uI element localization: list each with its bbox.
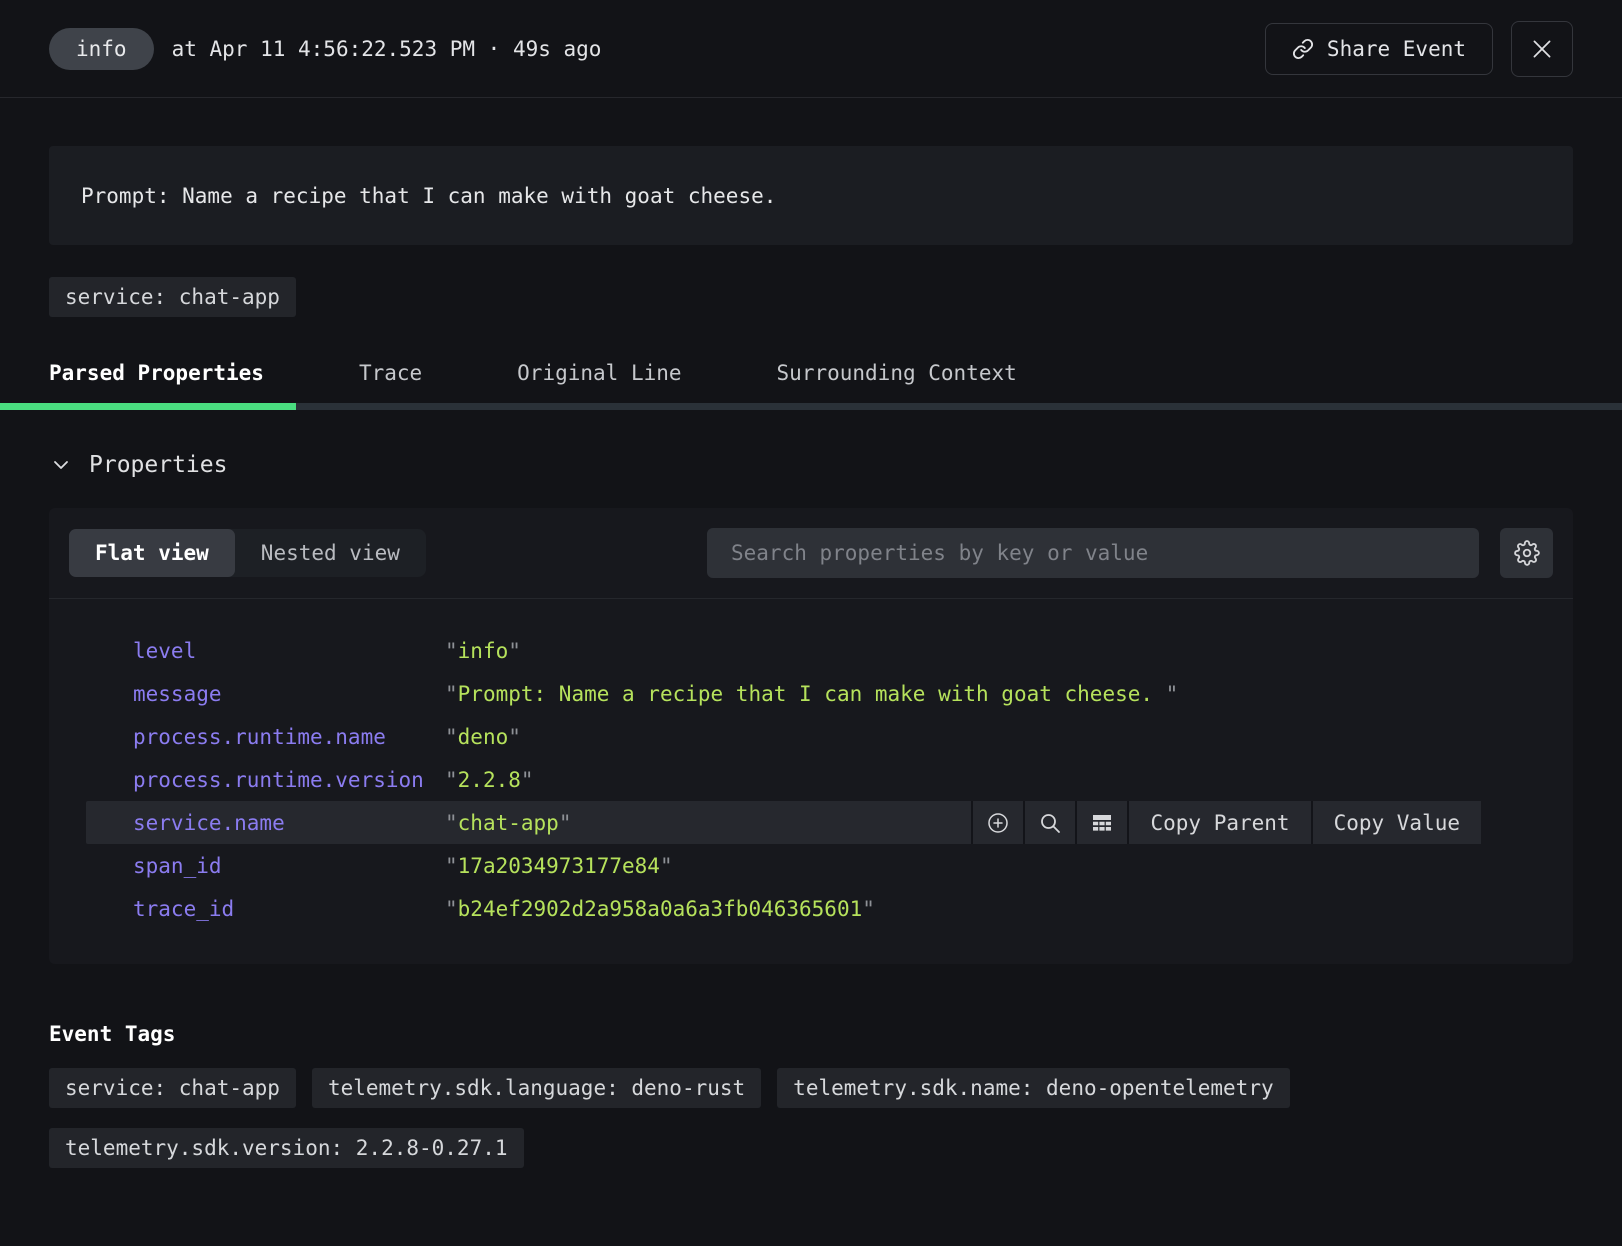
- event-tag-chip[interactable]: telemetry.sdk.version: 2.2.8-0.27.1: [49, 1128, 524, 1168]
- property-key: level: [133, 639, 445, 663]
- property-row-actions: Copy Parent Copy Value: [971, 801, 1481, 844]
- event-body: Prompt: Name a recipe that I can make wi…: [0, 146, 1622, 1168]
- properties-section-title: Properties: [89, 452, 227, 478]
- properties-settings-button[interactable]: [1500, 528, 1553, 578]
- add-column-button[interactable]: [1075, 801, 1127, 844]
- event-header: info at Apr 11 4:56:22.523 PM · 49s ago …: [0, 0, 1622, 98]
- event-message-preview: Prompt: Name a recipe that I can make wi…: [49, 146, 1573, 245]
- property-value: "17a2034973177e84": [445, 854, 673, 878]
- service-tag-chip[interactable]: service: chat-app: [49, 277, 296, 317]
- property-row-span-id[interactable]: span_id "17a2034973177e84": [86, 844, 1481, 887]
- event-tag-list: service: chat-app telemetry.sdk.language…: [49, 1068, 1499, 1168]
- event-tag-chip[interactable]: service: chat-app: [49, 1068, 296, 1108]
- property-value: "2.2.8": [445, 768, 534, 792]
- flat-view-button[interactable]: Flat view: [69, 529, 235, 577]
- property-key: process.runtime.version: [133, 768, 445, 792]
- plus-circle-icon: [986, 811, 1010, 835]
- header-actions: Share Event: [1265, 21, 1573, 77]
- chevron-down-icon: [49, 453, 73, 477]
- detail-tabs: Parsed Properties Trace Original Line Su…: [49, 343, 1573, 403]
- properties-table: level "info" message "Prompt: Name a rec…: [49, 599, 1573, 964]
- property-value: "info": [445, 639, 521, 663]
- tab-surrounding-context[interactable]: Surrounding Context: [745, 343, 1049, 403]
- property-row-trace-id[interactable]: trace_id "b24ef2902d2a958a0a6a3fb0463656…: [86, 887, 1481, 930]
- property-row-process-runtime-name[interactable]: process.runtime.name "deno": [86, 715, 1481, 758]
- event-tags-title: Event Tags: [49, 1022, 1573, 1046]
- view-toggle: Flat view Nested view: [69, 529, 426, 577]
- search-value-button[interactable]: [1023, 801, 1075, 844]
- share-event-button[interactable]: Share Event: [1265, 23, 1493, 75]
- property-row-message[interactable]: message "Prompt: Name a recipe that I ca…: [86, 672, 1481, 715]
- property-value: "deno": [445, 725, 521, 749]
- copy-value-button[interactable]: Copy Value: [1311, 801, 1481, 844]
- properties-section-header[interactable]: Properties: [49, 452, 1573, 478]
- property-value: "Prompt: Name a recipe that I can make w…: [445, 682, 1178, 706]
- properties-panel: Flat view Nested view level "info" messa…: [49, 508, 1573, 964]
- property-row-service-name[interactable]: service.name "chat-app": [86, 801, 1481, 844]
- property-key: process.runtime.name: [133, 725, 445, 749]
- link-icon: [1292, 38, 1314, 60]
- tab-trace[interactable]: Trace: [327, 343, 454, 403]
- level-badge: info: [49, 28, 154, 70]
- tab-original-line[interactable]: Original Line: [485, 343, 713, 403]
- gear-icon: [1514, 540, 1540, 566]
- copy-parent-button[interactable]: Copy Parent: [1127, 801, 1310, 844]
- event-tag-chip[interactable]: telemetry.sdk.language: deno-rust: [312, 1068, 761, 1108]
- properties-toolbar: Flat view Nested view: [49, 508, 1573, 599]
- event-timestamp: at Apr 11 4:56:22.523 PM · 49s ago: [172, 37, 602, 61]
- tab-parsed-properties[interactable]: Parsed Properties: [0, 343, 296, 403]
- nested-view-button[interactable]: Nested view: [235, 529, 426, 577]
- add-filter-button[interactable]: [971, 801, 1023, 844]
- property-value: "chat-app": [445, 811, 571, 835]
- event-detail-panel: info at Apr 11 4:56:22.523 PM · 49s ago …: [0, 0, 1622, 1246]
- property-row-process-runtime-version[interactable]: process.runtime.version "2.2.8": [86, 758, 1481, 801]
- property-key: service.name: [133, 811, 445, 835]
- property-key: trace_id: [133, 897, 445, 921]
- share-event-label: Share Event: [1327, 37, 1466, 61]
- event-tag-chip[interactable]: telemetry.sdk.name: deno-opentelemetry: [777, 1068, 1289, 1108]
- table-icon: [1090, 811, 1114, 835]
- property-key: span_id: [133, 854, 445, 878]
- property-row-level[interactable]: level "info": [86, 629, 1481, 672]
- property-key: message: [133, 682, 445, 706]
- close-button[interactable]: [1511, 21, 1573, 77]
- search-icon: [1038, 811, 1062, 835]
- close-icon: [1529, 36, 1555, 62]
- properties-search-input[interactable]: [707, 528, 1479, 578]
- property-value: "b24ef2902d2a958a0a6a3fb046365601": [445, 897, 875, 921]
